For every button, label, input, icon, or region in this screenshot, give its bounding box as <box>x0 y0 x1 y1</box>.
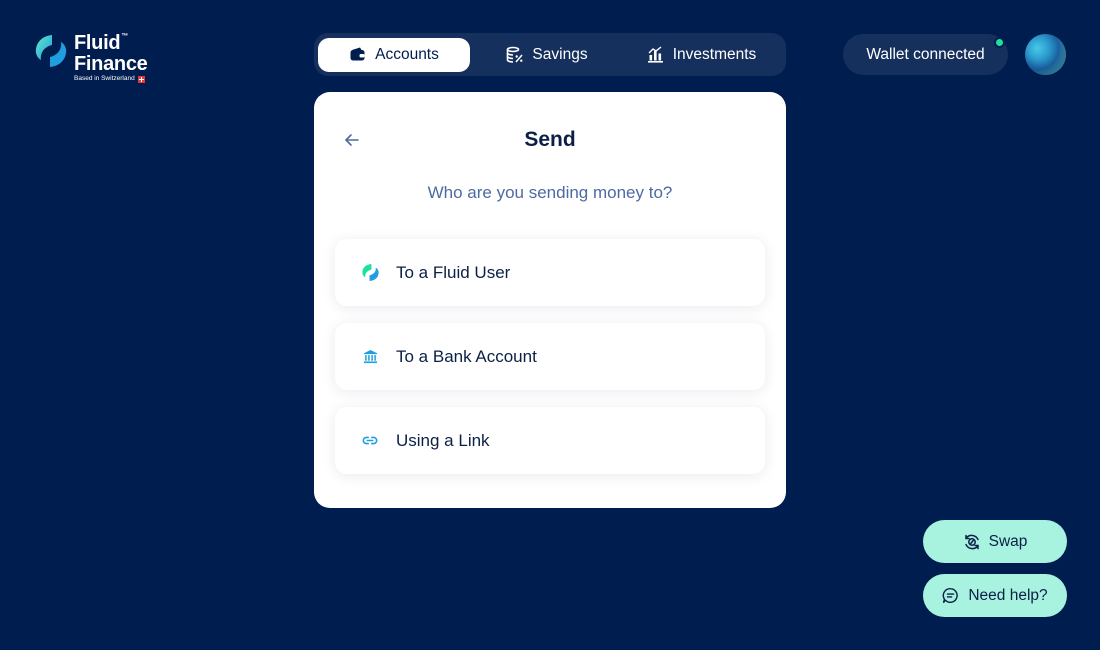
logo-wordmark: Fluid™ Finance Based in Switzerland <box>74 32 148 83</box>
wallet-status-button[interactable]: Wallet connected <box>843 34 1008 75</box>
fluid-logo-icon <box>360 263 380 283</box>
fluid-logo-icon <box>35 35 67 67</box>
chat-bubble-icon <box>942 587 960 605</box>
tab-investments[interactable]: Investments <box>624 38 779 72</box>
send-option-link[interactable]: Using a Link <box>335 407 765 474</box>
app-root: Fluid™ Finance Based in Switzerland Acco… <box>0 0 1100 650</box>
tab-label: Investments <box>672 45 757 63</box>
coins-percent-icon <box>506 46 523 63</box>
logo-line2: Finance <box>74 53 148 75</box>
option-label: To a Bank Account <box>396 346 537 366</box>
logo-line1: Fluid™ <box>74 32 128 54</box>
tab-accounts[interactable]: Accounts <box>318 37 470 72</box>
fluid-finance-logo[interactable]: Fluid™ Finance Based in Switzerland <box>33 32 148 83</box>
tab-savings[interactable]: Savings <box>470 38 624 72</box>
tab-label: Accounts <box>375 45 439 63</box>
logo-tagline: Based in Switzerland <box>74 76 147 83</box>
send-option-bank-account[interactable]: To a Bank Account <box>335 323 765 390</box>
page-subtitle: Who are you sending money to? <box>427 183 673 202</box>
bar-chart-icon <box>647 46 664 63</box>
wallet-status-label: Wallet connected <box>866 45 985 63</box>
swap-button[interactable]: Swap <box>923 520 1067 563</box>
tab-label: Savings <box>532 45 588 63</box>
page-title: Send <box>524 128 576 151</box>
option-label: To a Fluid User <box>396 262 511 282</box>
swap-icon <box>963 533 981 551</box>
send-option-fluid-user[interactable]: To a Fluid User <box>335 239 765 306</box>
need-help-label: Need help? <box>968 586 1048 604</box>
swiss-flag-icon <box>137 76 145 83</box>
wallet-icon <box>349 46 366 63</box>
swap-label: Swap <box>988 532 1028 550</box>
send-card: Send Who are you sending money to? To a … <box>314 92 786 508</box>
link-icon <box>360 431 380 451</box>
main-nav-tabs: Accounts Savings Investments <box>314 33 786 76</box>
need-help-button[interactable]: Need help? <box>923 574 1067 617</box>
avatar[interactable] <box>1025 34 1066 75</box>
bank-icon <box>360 347 380 367</box>
option-label: Using a Link <box>396 430 490 450</box>
connected-indicator <box>994 37 1005 48</box>
